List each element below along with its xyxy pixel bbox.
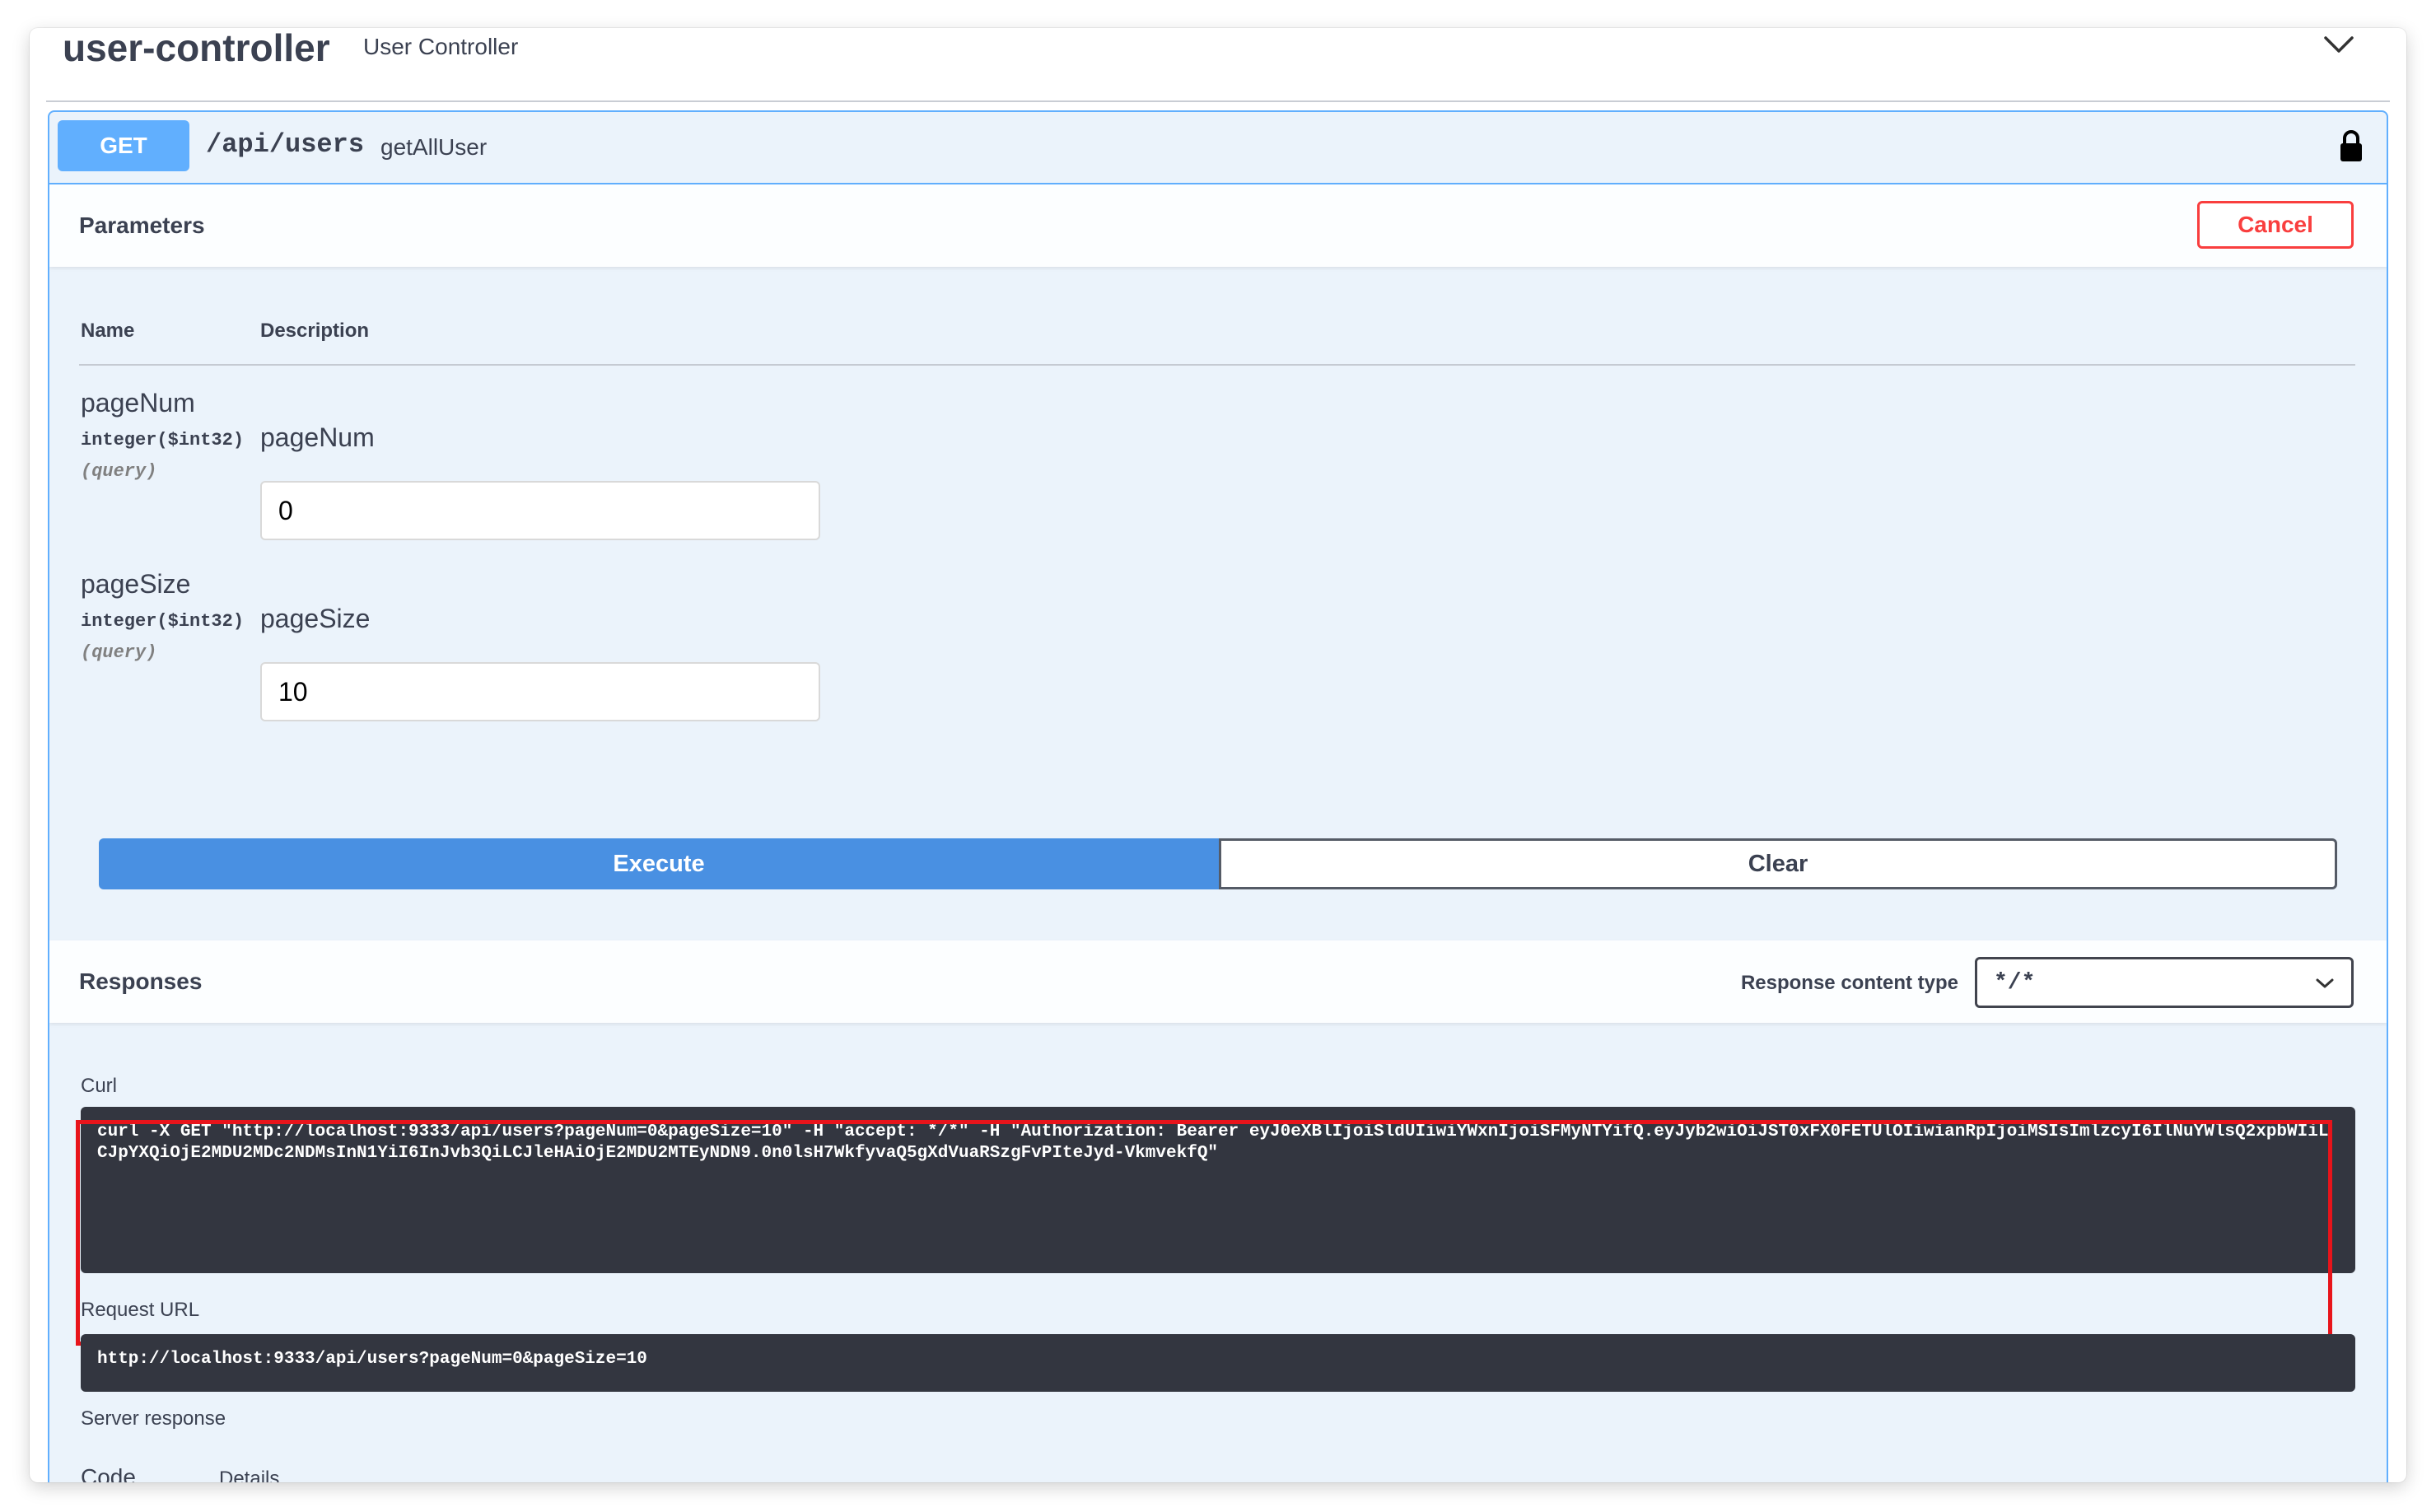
operation-id: getAllUser bbox=[380, 134, 488, 160]
param-description: pageNum bbox=[260, 422, 375, 452]
chevron-down-icon[interactable] bbox=[2322, 31, 2355, 56]
request-url-block[interactable]: http://localhost:9333/api/users?pageNum=… bbox=[81, 1334, 2355, 1392]
content-type-label: Response content type bbox=[1740, 972, 1958, 994]
param-description: pageSize bbox=[260, 604, 371, 633]
param-name: pageNum bbox=[81, 388, 195, 418]
operation-path: /api/users bbox=[206, 129, 365, 160]
col-description-header: Description bbox=[260, 320, 370, 342]
param-type: integer($int32) bbox=[81, 430, 245, 450]
tag-divider bbox=[46, 100, 2390, 102]
col-details-header: Details bbox=[219, 1468, 280, 1482]
cancel-button[interactable]: Cancel bbox=[2197, 201, 2354, 249]
param-location: (query) bbox=[81, 461, 157, 482]
clear-button[interactable]: Clear bbox=[1219, 838, 2337, 889]
opblock-summary[interactable]: GET /api/users getAllUser bbox=[49, 112, 2387, 184]
params-divider bbox=[79, 364, 2355, 366]
responses-title: Responses bbox=[79, 968, 203, 994]
pagenum-input[interactable]: 0 bbox=[260, 481, 820, 540]
tag-header[interactable]: user-controller User Controller bbox=[30, 28, 2406, 104]
execute-wrapper: Execute Clear bbox=[99, 838, 2337, 889]
content-type-select[interactable]: */* bbox=[1975, 957, 2354, 1008]
param-location: (query) bbox=[81, 642, 157, 663]
browser-window: user-controller User Controller GET /api… bbox=[30, 28, 2406, 1482]
lock-icon[interactable] bbox=[2339, 128, 2364, 163]
col-name-header: Name bbox=[81, 320, 135, 342]
opblock-get: GET /api/users getAllUser Parameters Can… bbox=[48, 110, 2388, 1482]
method-badge: GET bbox=[58, 120, 189, 171]
request-url-label: Request URL bbox=[81, 1299, 200, 1321]
server-response-label: Server response bbox=[81, 1407, 226, 1430]
responses-header: Responses Response content type */* bbox=[49, 940, 2387, 1023]
curl-command-block[interactable]: curl -X GET "http://localhost:9333/api/u… bbox=[81, 1107, 2355, 1273]
content-type-value: */* bbox=[1994, 969, 2036, 996]
param-type: integer($int32) bbox=[81, 611, 245, 632]
chevron-down-icon bbox=[2316, 978, 2334, 988]
col-code-header: Code bbox=[81, 1464, 136, 1482]
tag-name: user-controller bbox=[63, 28, 330, 69]
param-name: pageSize bbox=[81, 569, 191, 599]
tag-description: User Controller bbox=[363, 34, 519, 59]
parameters-header: Parameters Cancel bbox=[49, 184, 2387, 267]
parameters-title: Parameters bbox=[79, 212, 205, 238]
curl-label: Curl bbox=[81, 1075, 118, 1097]
pagesize-input[interactable]: 10 bbox=[260, 662, 820, 721]
execute-button[interactable]: Execute bbox=[99, 838, 1219, 889]
